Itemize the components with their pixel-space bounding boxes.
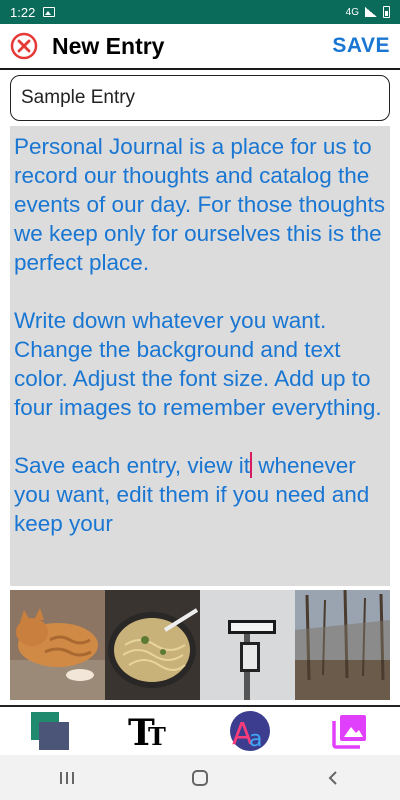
font-color-icon: A a [230, 711, 270, 752]
text-size-icon: T T [128, 712, 166, 751]
entry-body-editor[interactable]: Personal Journal is a place for us to re… [10, 126, 390, 586]
page-title: New Entry [52, 32, 165, 59]
text-color-tool[interactable]: A a [228, 709, 272, 753]
cat-photo[interactable] [10, 590, 105, 700]
gallery-notification-icon [43, 7, 56, 17]
background-color-tool[interactable] [28, 709, 72, 753]
one-way-sign-photo[interactable] [200, 590, 295, 700]
recents-icon[interactable] [45, 758, 89, 798]
app-header: New Entry SAVE [0, 24, 400, 70]
color-squares-icon [31, 712, 69, 750]
save-button[interactable]: SAVE [332, 34, 390, 58]
body-paragraph-1: Personal Journal is a place for us to re… [14, 134, 386, 275]
status-bar: 1:22 4G [0, 0, 400, 24]
battery-icon [383, 6, 390, 18]
entry-title-input[interactable] [10, 75, 390, 121]
entry-body-text[interactable]: Personal Journal is a place for us to re… [14, 132, 386, 538]
svg-text:a: a [249, 727, 262, 752]
images-row [10, 590, 390, 700]
body-paragraph-2: Write down whatever you want. Change the… [14, 308, 382, 420]
status-time: 1:22 [10, 4, 36, 20]
home-icon[interactable] [178, 758, 222, 798]
editor-toolbar: T T A a [0, 707, 400, 755]
close-circle-icon[interactable] [10, 32, 38, 60]
network-type: 4G [345, 6, 359, 18]
image-gallery-icon [332, 715, 366, 749]
signal-icon [365, 7, 377, 17]
noodles-photo[interactable] [105, 590, 200, 700]
forest-photo[interactable] [295, 590, 390, 700]
svg-text:T: T [148, 722, 166, 751]
add-images-tool[interactable] [328, 709, 372, 753]
system-nav-bar [0, 755, 400, 800]
text-size-tool[interactable]: T T [128, 709, 172, 753]
back-icon[interactable] [311, 758, 355, 798]
body-paragraph-3-start: Save each entry, view it [14, 453, 250, 478]
